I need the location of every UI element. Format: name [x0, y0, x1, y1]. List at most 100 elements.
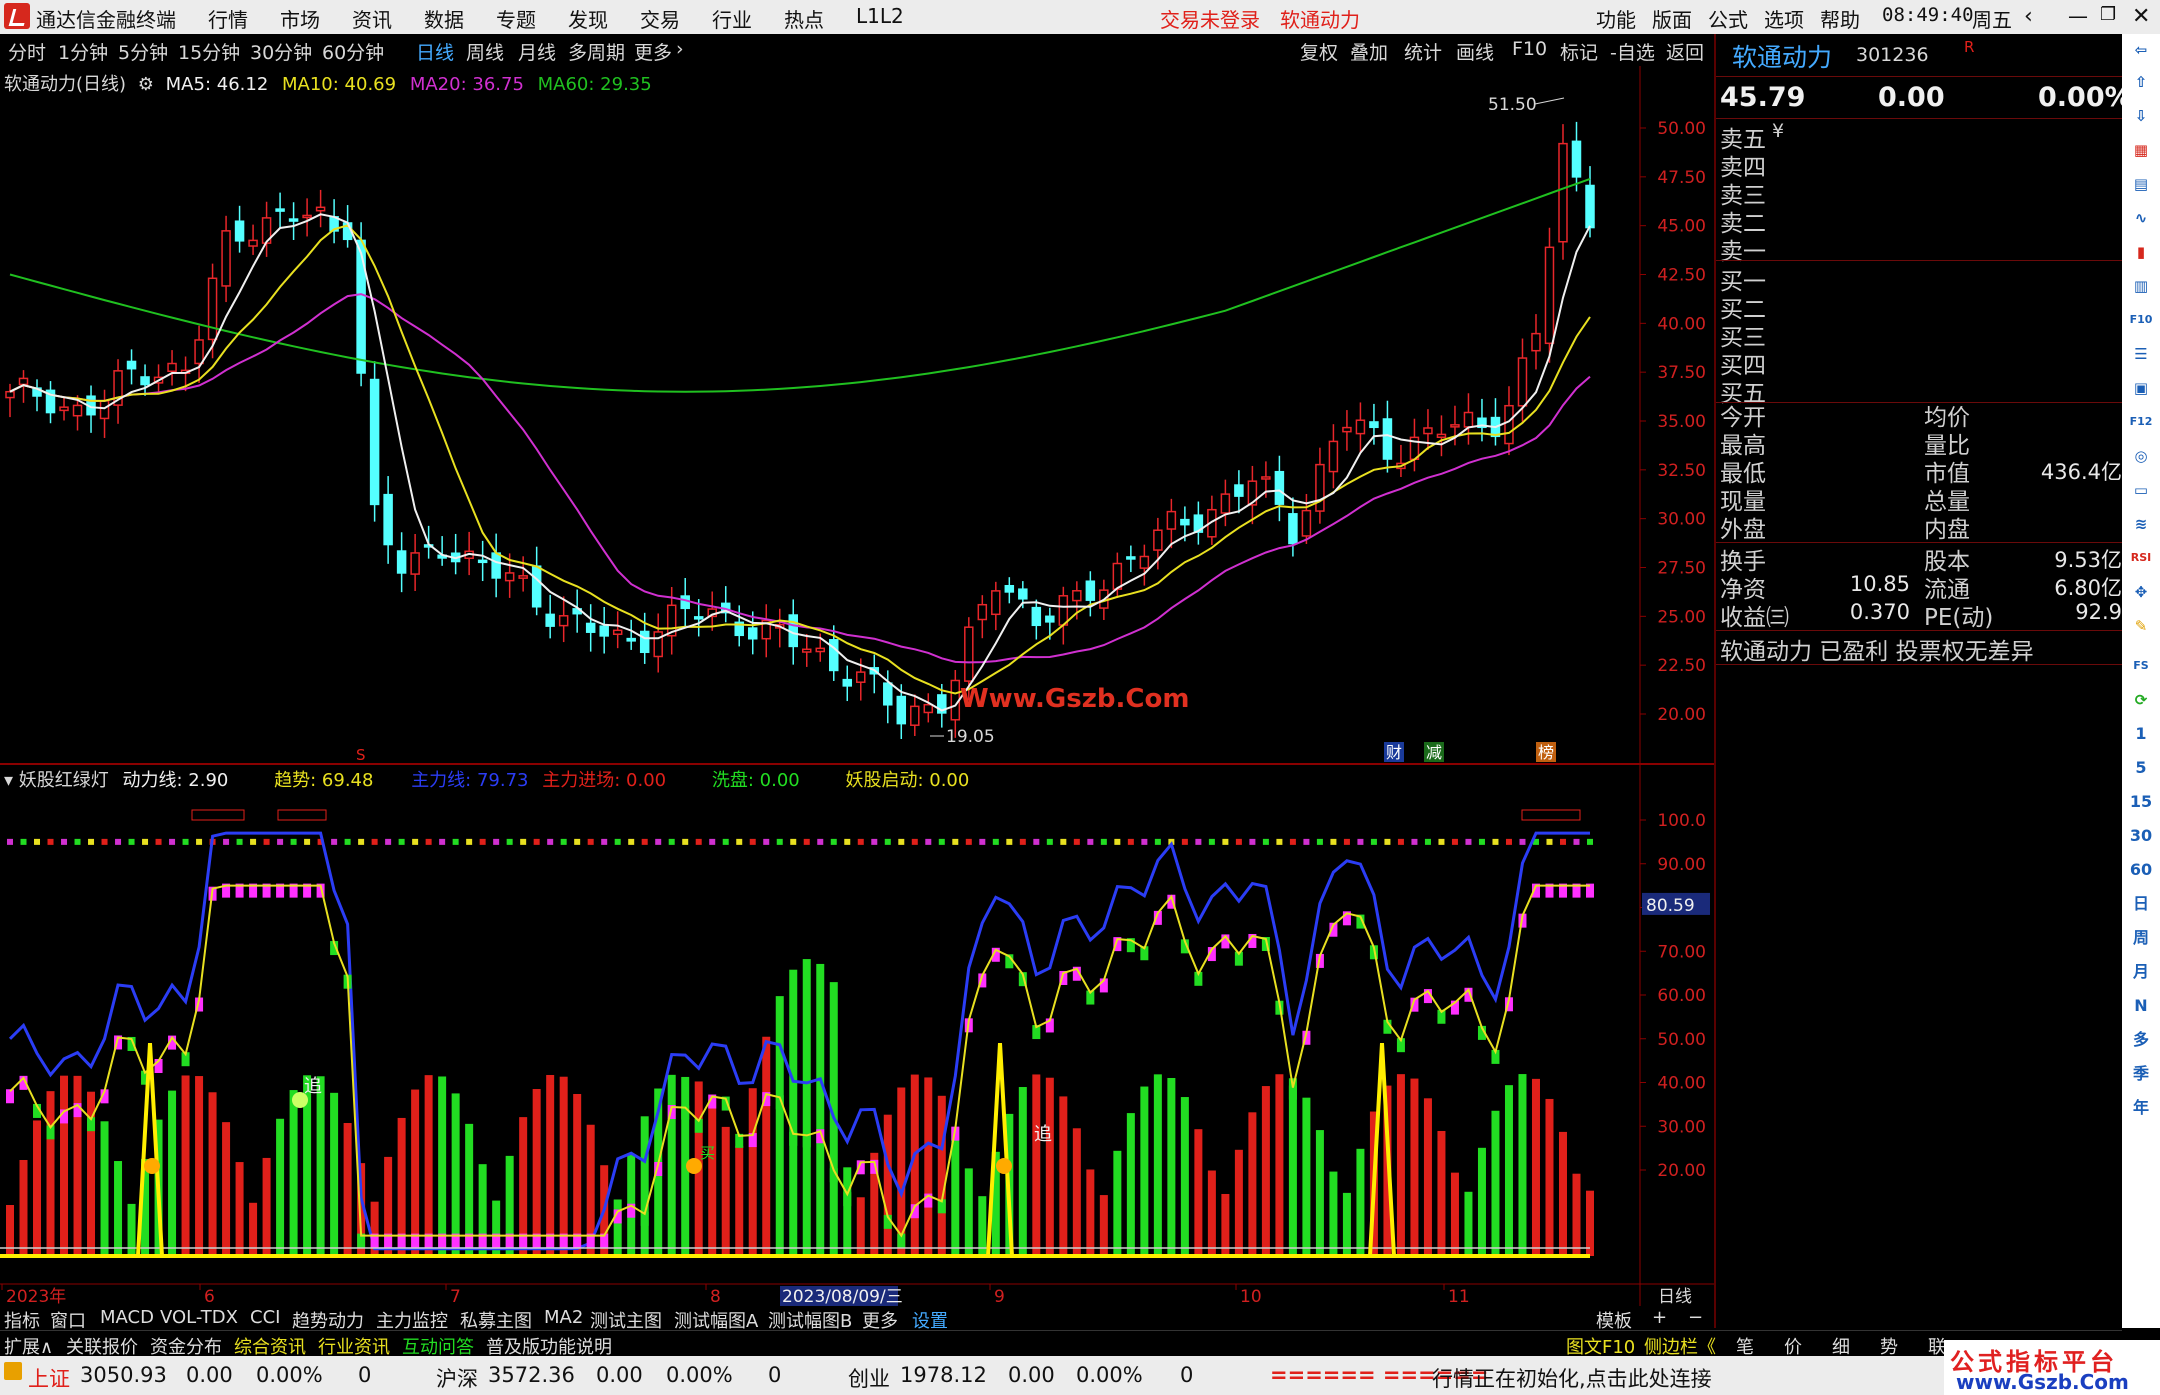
refresh-icon[interactable]: ⟳ — [2129, 688, 2153, 712]
chart-watermark: Www.Gszb.Com — [960, 684, 1190, 714]
menu-faxian[interactable]: 发现 — [568, 4, 608, 33]
side-period-1[interactable]: 1 — [2129, 722, 2153, 746]
tab-ma2[interactable]: MA2 — [544, 1307, 583, 1328]
arrow-up-icon[interactable]: ⇧ — [2129, 70, 2153, 94]
back-icon[interactable]: ‹ — [2024, 4, 2033, 29]
side-period-week[interactable]: 周 — [2129, 926, 2153, 950]
side-period-15[interactable]: 15 — [2129, 790, 2153, 814]
cy-name[interactable]: 创业 — [848, 1363, 890, 1393]
login-status[interactable]: 交易未登录 — [1160, 4, 1260, 33]
f12-icon[interactable]: F12 — [2129, 410, 2153, 434]
move-icon[interactable]: ✥ — [2129, 580, 2153, 604]
tab-cci[interactable]: CCI — [250, 1307, 280, 1328]
arrow-down-icon[interactable]: ⇩ — [2129, 104, 2153, 128]
tool-fuquan[interactable]: 复权 — [1300, 38, 1338, 65]
add-icon[interactable]: + — [1652, 1307, 1667, 1328]
calendar-icon[interactable]: ▭ — [2129, 478, 2153, 502]
close-icon[interactable]: ✕ — [2132, 4, 2150, 29]
tool-tongji[interactable]: 统计 — [1404, 38, 1442, 65]
menu-hangye[interactable]: 行业 — [712, 4, 752, 33]
menu-xuanxiang[interactable]: 选项 — [1764, 4, 1804, 33]
status-message[interactable]: 行情正在初始化,点击此处连接 — [1432, 1363, 1712, 1393]
menu-shuju[interactable]: 数据 — [424, 4, 464, 33]
volume-bar — [262, 1157, 271, 1256]
sub-tick-label: 20.00 — [1657, 1161, 1706, 1181]
menu-gongneng[interactable]: 功能 — [1596, 4, 1636, 33]
side-period-n[interactable]: N — [2129, 994, 2153, 1018]
volume-bar — [235, 1162, 244, 1256]
rsi-icon[interactable]: RSI — [2129, 546, 2153, 570]
tool-huaxian[interactable]: 画线 — [1456, 38, 1494, 65]
tab-macd[interactable]: MACD — [100, 1307, 154, 1328]
pencil-icon[interactable]: ✎ — [2129, 614, 2153, 638]
menu-l1l2[interactable]: L1L2 — [856, 4, 904, 28]
menu-redian[interactable]: 热点 — [784, 4, 824, 33]
high-price-label: 51.50 — [1488, 95, 1537, 115]
signal-dot — [61, 838, 68, 845]
signal-dot — [1370, 838, 1377, 845]
period-fenshi[interactable]: 分时 — [8, 38, 46, 65]
period-weekly[interactable]: 周线 — [466, 38, 504, 65]
doc-icon[interactable]: ▣ — [2129, 376, 2153, 400]
menu-bangzhu[interactable]: 帮助 — [1820, 4, 1860, 33]
side-period-month[interactable]: 月 — [2129, 960, 2153, 984]
kline-chart[interactable]: 50.00 47.50 45.00 42.50 40.00 37.50 35.00 32.50… — [0, 66, 1714, 1306]
table-icon[interactable]: ▥ — [2129, 274, 2153, 298]
volume-bar — [1396, 1074, 1405, 1256]
side-period-30[interactable]: 30 — [2129, 824, 2153, 848]
collapse-icon[interactable]: ⇦ — [2129, 38, 2153, 62]
side-period-multi[interactable]: 多 — [2129, 1028, 2153, 1052]
side-period-season[interactable]: 季 — [2129, 1062, 2153, 1086]
fs-icon[interactable]: FS — [2129, 654, 2153, 678]
chevron-right-icon[interactable]: › — [676, 38, 684, 60]
tool-f10[interactable]: F10 — [1512, 38, 1547, 60]
side-period-5[interactable]: 5 — [2129, 756, 2153, 780]
kline-icon[interactable]: ▮ — [2129, 240, 2153, 264]
menu-shichang[interactable]: 市场 — [280, 4, 320, 33]
volume-bar — [1586, 1190, 1594, 1256]
sub-tick-label: 40.00 — [1657, 1074, 1706, 1094]
menu-hangqing[interactable]: 行情 — [208, 4, 248, 33]
signal-dot — [641, 838, 648, 845]
line-chart-icon[interactable]: ∿ — [2129, 206, 2153, 230]
list-icon[interactable]: ☰ — [2129, 342, 2153, 366]
period-daily[interactable]: 日线 — [416, 38, 454, 65]
price-tick-label: 30.00 — [1657, 510, 1706, 530]
maximize-icon[interactable]: ❐ — [2100, 4, 2116, 25]
side-period-day[interactable]: 日 — [2129, 892, 2153, 916]
menu-banmian[interactable]: 版面 — [1652, 4, 1692, 33]
side-period-60[interactable]: 60 — [2129, 858, 2153, 882]
hs-name[interactable]: 沪深 — [436, 1363, 478, 1393]
period-monthly[interactable]: 月线 — [518, 38, 556, 65]
tool-biaoji[interactable]: 标记 — [1560, 38, 1598, 65]
tool-diejia[interactable]: 叠加 — [1350, 38, 1388, 65]
menu-jiaoyi[interactable]: 交易 — [640, 4, 680, 33]
side-period-year[interactable]: 年 — [2129, 1096, 2153, 1120]
price-tick-label: 42.50 — [1657, 266, 1706, 286]
volume-bar — [222, 1122, 231, 1256]
quote-list-icon[interactable]: ▦ — [2129, 138, 2153, 162]
tab-vol-tdx[interactable]: VOL-TDX — [160, 1307, 238, 1328]
sh-name[interactable]: 上证 — [28, 1363, 70, 1393]
f10-icon[interactable]: F10 — [2129, 308, 2153, 332]
grid-icon[interactable]: ▤ — [2129, 172, 2153, 196]
period-15min[interactable]: 15分钟 — [178, 38, 240, 65]
candle-body — [302, 214, 312, 219]
target-icon[interactable]: ◎ — [2129, 444, 2153, 468]
tool-zixuan[interactable]: -自选 — [1610, 38, 1655, 65]
period-60min[interactable]: 60分钟 — [322, 38, 384, 65]
period-1min[interactable]: 1分钟 — [58, 38, 108, 65]
candle-body — [1234, 484, 1244, 497]
menu-gongshi[interactable]: 公式 — [1708, 4, 1748, 33]
minimize-icon[interactable]: — — [2068, 4, 2088, 28]
period-multi[interactable]: 多周期 — [568, 38, 625, 65]
candle-body — [599, 625, 609, 637]
period-5min[interactable]: 5分钟 — [118, 38, 168, 65]
period-more[interactable]: 更多 — [634, 38, 672, 65]
remove-icon[interactable]: − — [1688, 1307, 1703, 1328]
wave-icon[interactable]: ≋ — [2129, 512, 2153, 536]
period-30min[interactable]: 30分钟 — [250, 38, 312, 65]
tool-fanhui[interactable]: 返回 — [1666, 38, 1704, 65]
menu-zixun[interactable]: 资讯 — [352, 4, 392, 33]
menu-zhuanti[interactable]: 专题 — [496, 4, 536, 33]
